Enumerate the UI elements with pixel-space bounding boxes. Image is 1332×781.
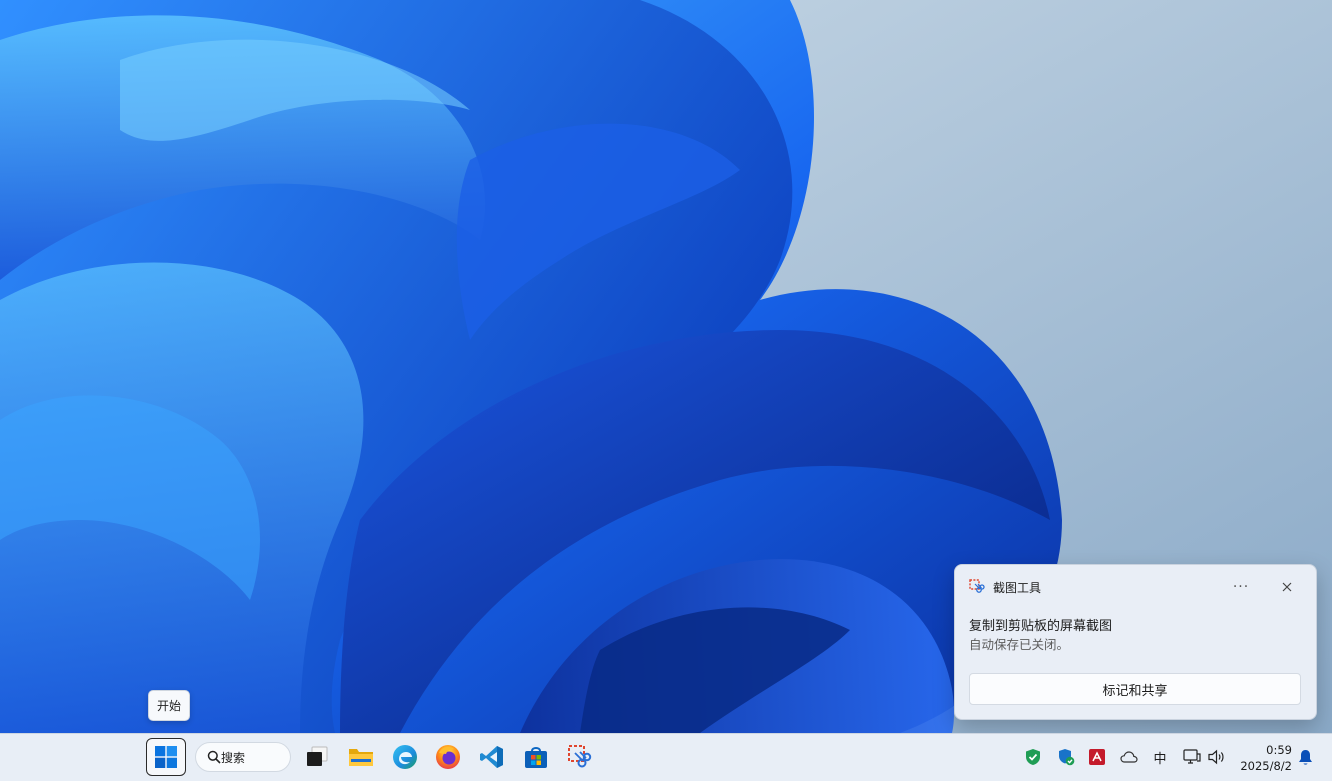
network-icon — [1183, 749, 1201, 764]
vscode-button[interactable] — [475, 740, 509, 774]
notification-title: 复制到剪贴板的屏幕截图 — [969, 619, 1113, 634]
red-app-icon — [1089, 749, 1105, 765]
tray-volume-button[interactable] — [1207, 744, 1227, 770]
file-explorer-button[interactable] — [344, 740, 378, 774]
snipping-tool-button[interactable] — [563, 740, 597, 774]
markup-and-share-button[interactable]: 标记和共享 — [969, 673, 1301, 705]
notification-body: 自动保存已关闭。 — [969, 637, 1070, 652]
more-options-icon: ··· — [1232, 579, 1250, 595]
taskbar-search[interactable]: 搜索 — [195, 742, 291, 772]
start-tooltip: 开始 — [148, 690, 190, 721]
windows-logo-icon — [155, 746, 177, 768]
taskbar-clock[interactable]: 0:59 2025/8/2 — [1236, 742, 1292, 774]
tray-network-button[interactable] — [1182, 744, 1202, 770]
tray-app-button[interactable] — [1088, 744, 1106, 770]
speaker-icon — [1208, 749, 1224, 765]
snipping-tool-notification[interactable]: 截图工具 ··· 复制到剪贴板的屏幕截图 自动保存已关闭。 标记和共享 — [954, 564, 1317, 720]
search-icon — [207, 750, 221, 764]
edge-button[interactable] — [388, 740, 422, 774]
taskbar: 搜索 中 0:59 2025/8/2 — [0, 733, 1332, 781]
vscode-icon — [480, 746, 503, 768]
tray-defender-button[interactable] — [1056, 744, 1076, 770]
snipping-tool-icon — [969, 579, 985, 593]
more-options-button[interactable]: ··· — [1228, 577, 1254, 597]
start-button[interactable] — [146, 738, 186, 776]
input-method-indicator[interactable]: 中 — [1150, 744, 1170, 770]
microsoft-store-icon — [525, 747, 547, 768]
snipping-tool-icon — [568, 745, 592, 768]
task-view-icon — [307, 746, 328, 766]
start-tooltip-label: 开始 — [156, 699, 181, 713]
clock-time: 0:59 — [1266, 743, 1292, 757]
close-notification-button[interactable] — [1276, 577, 1298, 597]
notification-center-button[interactable] — [1296, 744, 1314, 770]
edge-icon — [393, 745, 417, 769]
cloud-icon — [1120, 751, 1138, 763]
desktop: 开始 截图工具 ··· 复制到剪贴板的屏幕截图 自动保存已关闭。 标记和共享 — [0, 0, 1332, 733]
bell-icon — [1298, 749, 1312, 765]
file-explorer-icon — [349, 749, 373, 766]
microsoft-store-button[interactable] — [519, 740, 553, 774]
notification-app-name: 截图工具 — [993, 580, 1042, 595]
search-label: 搜索 — [221, 750, 246, 765]
tray-onedrive-button[interactable] — [1119, 744, 1139, 770]
firefox-icon — [436, 745, 460, 769]
firefox-button[interactable] — [431, 740, 465, 774]
shield-check-icon — [1026, 749, 1040, 765]
close-icon — [1282, 582, 1292, 592]
windows-security-icon — [1059, 749, 1075, 766]
tray-security-button[interactable] — [1024, 744, 1042, 770]
task-view-button[interactable] — [300, 740, 334, 774]
clock-date: 2025/8/2 — [1240, 759, 1292, 773]
notification-header: 截图工具 ··· — [969, 577, 1302, 597]
